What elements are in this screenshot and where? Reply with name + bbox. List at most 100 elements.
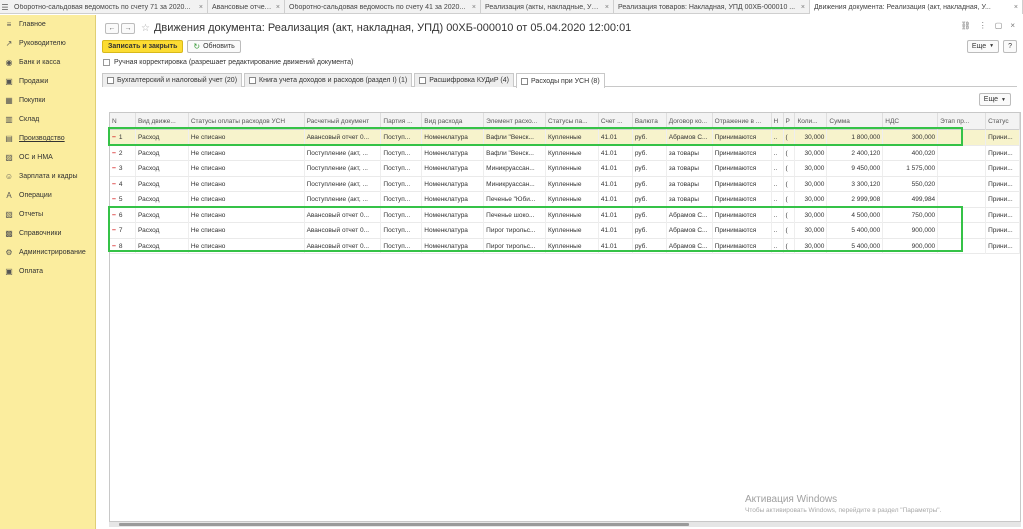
table-row[interactable]: –7 Расход Не списано Авансовый отчет 0... По… [110, 223, 1020, 239]
horizontal-scrollbar[interactable] [109, 522, 1021, 527]
sidebar-item-production[interactable]: ▤ Производство [0, 129, 95, 148]
close-icon[interactable]: × [1014, 4, 1018, 11]
sidebar-item-warehouse[interactable]: ▥ Склад [0, 110, 95, 129]
close-icon[interactable]: × [605, 4, 609, 11]
sidebar-item-purchases[interactable]: ▦ Покупки [0, 91, 95, 110]
sidebar-item-manager[interactable]: ↗ Руководителю [0, 34, 95, 53]
sidebar-item-label: ОС и НМА [19, 154, 53, 161]
column-header[interactable]: Р [784, 113, 796, 130]
sidebar-item-operations[interactable]: A Операции [0, 186, 95, 205]
column-header[interactable]: Вид расхода [422, 113, 485, 130]
table-row[interactable]: –4 Расход Не списано Поступление (акт, ... П… [110, 176, 1020, 192]
save-close-button[interactable]: Записать и закрыть [102, 39, 184, 53]
column-header[interactable]: Партия ... [381, 113, 423, 130]
sidebar-item-bank[interactable]: ◉ Банк и касса [0, 53, 95, 72]
table-row[interactable]: –2 Расход Не списано Поступление (акт, ... П… [110, 145, 1020, 161]
table-row[interactable]: –1 Расход Не списано Авансовый отчет 0... По… [110, 130, 1020, 146]
close-icon[interactable]: × [472, 4, 476, 11]
column-header[interactable]: Н [772, 113, 784, 130]
table-cell [938, 130, 987, 145]
manual-edit-checkbox[interactable] [103, 59, 110, 66]
more-dots-icon[interactable]: ⋮ [979, 21, 987, 30]
sidebar-item-directories[interactable]: ▩ Справочники [0, 224, 95, 243]
tab-advance-reports[interactable]: Авансовые отчеты × [208, 0, 285, 14]
table-cell: Поступ... [381, 161, 423, 176]
back-arrow-icon[interactable]: ← [105, 22, 119, 34]
column-header[interactable]: Расчетный документ [305, 113, 382, 130]
table-cell: Авансовый отчет 0... [305, 238, 382, 254]
tab-usn-expenses[interactable]: Расходы при УСН (8) [516, 73, 605, 88]
table-row[interactable]: –3 Расход Не списано Поступление (акт, ... П… [110, 161, 1020, 177]
table-row[interactable]: –5 Расход Не списано Поступление (акт, ... П… [110, 192, 1020, 208]
bank-icon: ◉ [5, 58, 13, 67]
table-cell: 750,000 [883, 207, 939, 223]
table-row[interactable]: –8 Расход Не списано Авансовый отчет 0... По… [110, 238, 1020, 254]
expense-marker-icon: – [112, 134, 116, 141]
maximize-icon[interactable]: ▢ [995, 21, 1003, 30]
scroll-thumb[interactable] [119, 523, 689, 526]
tab-kudir[interactable]: Книга учета доходов и расходов (раздел I… [244, 73, 413, 87]
table-cell: Поступление (акт, ... [305, 176, 382, 192]
link-icon[interactable]: ⛓ [961, 21, 971, 30]
menu-icon[interactable]: ☰ [0, 0, 10, 14]
column-header[interactable]: Статус [986, 113, 1020, 130]
tab-osv-71[interactable]: Оборотно-сальдовая ведомость по счету 71… [10, 0, 208, 14]
tab-accounting[interactable]: Бухгалтерский и налоговый учет (20) [102, 73, 243, 87]
column-header[interactable]: Счет ... [599, 113, 633, 130]
table-cell: за товары [667, 161, 713, 176]
tab-sales-doc[interactable]: Реализация товаров: Накладная, УПД 00ХБ-… [614, 0, 810, 14]
sidebar-item-reports[interactable]: ▧ Отчеты [0, 205, 95, 224]
column-header[interactable]: Коли... [795, 113, 828, 130]
column-header[interactable]: Сумма [827, 113, 884, 130]
table-cell [938, 145, 987, 161]
column-header[interactable]: Статусы оплаты расходов УСН [189, 113, 305, 130]
table-cell: 5 400,000 [827, 238, 884, 254]
more-button[interactable]: Еще ▼ [966, 39, 1000, 53]
table-cell: Расход [136, 161, 189, 176]
column-header[interactable]: N [110, 113, 136, 130]
table-cell: Не списано [189, 207, 305, 223]
sidebar-item-payment[interactable]: ▣ Оплата [0, 262, 95, 281]
factory-icon: ▤ [5, 134, 13, 143]
tab-kudir-details[interactable]: Расшифровка КУДиР (4) [414, 73, 514, 87]
column-header[interactable]: Договор ко... [667, 113, 713, 130]
more-label: Еще [983, 96, 999, 103]
table-cell: Печенье "Юби... [484, 192, 547, 207]
column-header[interactable]: Этап пр... [938, 113, 987, 130]
row-number: 3 [118, 165, 123, 172]
column-header[interactable]: Отражение в ... [713, 113, 772, 130]
column-header[interactable]: Валюта [633, 113, 667, 130]
column-header[interactable]: Статусы па... [546, 113, 599, 130]
sidebar-item-admin[interactable]: ⚙ Администрирование [0, 243, 95, 262]
grid-more-button[interactable]: Еще ▼ [978, 93, 1011, 106]
table-cell: Поступ... [381, 223, 423, 238]
tab-label: Оборотно-сальдовая ведомость по счету 41… [289, 3, 466, 11]
expense-marker-icon: – [112, 227, 116, 234]
register-icon [521, 77, 528, 85]
sidebar-item-salary[interactable]: ☺ Зарплата и кадры [0, 167, 95, 186]
table-cell: –3 [110, 161, 136, 176]
close-icon[interactable]: × [801, 4, 805, 11]
sidebar-item-fixed-assets[interactable]: ▨ ОС и НМА [0, 148, 95, 167]
tab-doc-movements[interactable]: Движения документа: Реализация (акт, нак… [810, 0, 1023, 14]
column-header[interactable]: НДС [883, 113, 939, 130]
window-controls: ⛓ ⋮ ▢ × [961, 21, 1015, 30]
close-icon[interactable]: × [276, 4, 280, 11]
column-header[interactable]: Элемент расхо... [484, 113, 547, 130]
table-cell: 41.01 [599, 238, 633, 254]
tab-sales-list[interactable]: Реализация (акты, накладные, УПД) × [481, 0, 614, 14]
table-cell: ( [784, 176, 796, 192]
refresh-button[interactable]: ↻ Обновить [187, 39, 241, 53]
table-cell: Авансовый отчет 0... [305, 223, 382, 238]
close-icon[interactable]: × [1010, 21, 1015, 30]
table-cell: Вафли "Венск... [484, 145, 547, 161]
column-header[interactable]: Вид движе... [136, 113, 189, 130]
close-icon[interactable]: × [199, 4, 203, 11]
help-button[interactable]: ? [1003, 39, 1017, 53]
forward-arrow-icon[interactable]: → [121, 22, 135, 34]
sidebar-item-sales[interactable]: ▣ Продажи [0, 72, 95, 91]
table-row[interactable]: –6 Расход Не списано Авансовый отчет 0... По… [110, 207, 1020, 223]
tab-osv-41[interactable]: Оборотно-сальдовая ведомость по счету 41… [285, 0, 481, 14]
sidebar-item-main[interactable]: ≡ Главное [0, 15, 95, 34]
favorite-star-icon[interactable]: ☆ [141, 23, 150, 34]
